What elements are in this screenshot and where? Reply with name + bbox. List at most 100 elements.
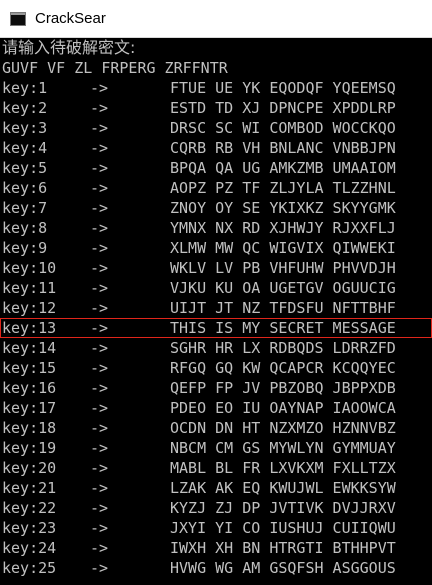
arrow: -> [90, 499, 109, 517]
arrow: -> [90, 239, 109, 257]
decrypted-text: MABL BL FR LXVKXM FXLLTZX [170, 459, 396, 477]
arrow: -> [90, 399, 109, 417]
result-row: key:23 -> JXYI YI CO IUSHUJ CUIIQWU [0, 518, 432, 538]
key-label: key:2 [2, 99, 48, 117]
key-label: key:23 [2, 519, 57, 537]
key-label: key:17 [2, 399, 57, 417]
title-bar[interactable]: CrackSear [0, 0, 432, 38]
result-row: key:11 -> VJKU KU OA UGETGV OGUUCIG [0, 278, 432, 298]
result-row: key:8 -> YMNX NX RD XJHWJY RJXXFLJ [0, 218, 432, 238]
arrow: -> [90, 219, 109, 237]
decrypted-text: DRSC SC WI COMBOD WOCCKQO [170, 119, 396, 137]
key-label: key:21 [2, 479, 57, 497]
decrypted-text: FTUE UE YK EQODQF YQEEMSQ [170, 79, 396, 97]
key-label: key:12 [2, 299, 57, 317]
key-label: key:13 [2, 319, 57, 337]
arrow: -> [90, 199, 109, 217]
arrow: -> [90, 559, 109, 577]
arrow: -> [90, 319, 109, 337]
key-label: key:14 [2, 339, 57, 357]
decrypted-text: KYZJ ZJ DP JVTIVK DVJJRXV [170, 499, 396, 517]
key-label: key:7 [2, 199, 48, 217]
decrypted-text: NBCM CM GS MYWLYN GYMMUAY [170, 439, 396, 457]
arrow: -> [90, 179, 109, 197]
key-label: key:15 [2, 359, 57, 377]
key-label: key:8 [2, 219, 48, 237]
result-row: key:19 -> NBCM CM GS MYWLYN GYMMUAY [0, 438, 432, 458]
arrow: -> [90, 119, 109, 137]
decrypted-text: BPQA QA UG AMKZMB UMAAIOM [170, 159, 396, 177]
result-row: key:9 -> XLMW MW QC WIGVIX QIWWEKI [0, 238, 432, 258]
console-output[interactable]: 请输入待破解密文: GUVF VF ZL FRPERG ZRFFNTR key:… [0, 38, 432, 585]
arrow: -> [90, 279, 109, 297]
arrow: -> [90, 139, 109, 157]
key-label: key:20 [2, 459, 57, 477]
decrypted-text: HVWG WG AM GSQFSH ASGGOUS [170, 559, 396, 577]
decrypted-text: CQRB RB VH BNLANC VNBBJPN [170, 139, 396, 157]
arrow: -> [90, 259, 109, 277]
result-row: key:5 -> BPQA QA UG AMKZMB UMAAIOM [0, 158, 432, 178]
input-prompt: 请输入待破解密文: [2, 38, 136, 57]
arrow: -> [90, 439, 109, 457]
result-row: key:25 -> HVWG WG AM GSQFSH ASGGOUS [0, 558, 432, 578]
arrow: -> [90, 459, 109, 477]
decrypted-text: WKLV LV PB VHFUHW PHVVDJH [170, 259, 396, 277]
arrow: -> [90, 99, 109, 117]
decrypted-text: ESTD TD XJ DPNCPE XPDDLRP [170, 99, 396, 117]
result-row: key:18 -> OCDN DN HT NZXMZO HZNNVBZ [0, 418, 432, 438]
key-label: key:9 [2, 239, 48, 257]
arrow: -> [90, 79, 109, 97]
decrypted-text: IWXH XH BN HTRGTI BTHHPVT [170, 539, 396, 557]
key-label: key:18 [2, 419, 57, 437]
result-row: key:6 -> AOPZ PZ TF ZLJYLA TLZZHNL [0, 178, 432, 198]
key-label: key:24 [2, 539, 57, 557]
result-row: key:14 -> SGHR HR LX RDBQDS LDRRZFD [0, 338, 432, 358]
decrypted-text: VJKU KU OA UGETGV OGUUCIG [170, 279, 396, 297]
decrypted-text: LZAK AK EQ KWUJWL EWKKSYW [170, 479, 396, 497]
result-row: key:7 -> ZNOY OY SE YKIXKZ SKYYGMK [0, 198, 432, 218]
arrow: -> [90, 159, 109, 177]
arrow: -> [90, 479, 109, 497]
decrypted-text: JXYI YI CO IUSHUJ CUIIQWU [170, 519, 396, 537]
arrow: -> [90, 419, 109, 437]
key-label: key:10 [2, 259, 57, 277]
result-row: key:20 -> MABL BL FR LXVKXM FXLLTZX [0, 458, 432, 478]
result-row: key:15 -> RFGQ GQ KW QCAPCR KCQQYEC [0, 358, 432, 378]
result-row: key:2 -> ESTD TD XJ DPNCPE XPDDLRP [0, 98, 432, 118]
result-row: key:3 -> DRSC SC WI COMBOD WOCCKQO [0, 118, 432, 138]
result-row: key:10 -> WKLV LV PB VHFUHW PHVVDJH [0, 258, 432, 278]
result-row: key:22 -> KYZJ ZJ DP JVTIVK DVJJRXV [0, 498, 432, 518]
key-label: key:19 [2, 439, 57, 457]
arrow: -> [90, 379, 109, 397]
key-label: key:3 [2, 119, 48, 137]
decrypted-text: AOPZ PZ TF ZLJYLA TLZZHNL [170, 179, 396, 197]
key-label: key:6 [2, 179, 48, 197]
result-row: key:12 -> UIJT JT NZ TFDSFU NFTTBHF [0, 298, 432, 318]
decrypted-text: ZNOY OY SE YKIXKZ SKYYGMK [170, 199, 396, 217]
arrow: -> [90, 539, 109, 557]
result-row: key:16 -> QEFP FP JV PBZOBQ JBPPXDB [0, 378, 432, 398]
result-row: key:17 -> PDEO EO IU OAYNAP IAOOWCA [0, 398, 432, 418]
result-row-highlighted: key:13 -> THIS IS MY SECRET MESSAGE [0, 318, 432, 338]
arrow: -> [90, 299, 109, 317]
arrow: -> [90, 359, 109, 377]
result-row: key:4 -> CQRB RB VH BNLANC VNBBJPN [0, 138, 432, 158]
decrypted-text: THIS IS MY SECRET MESSAGE [170, 319, 396, 337]
console-window: CrackSear 请输入待破解密文: GUVF VF ZL FRPERG ZR… [0, 0, 432, 585]
result-row: key:1 -> FTUE UE YK EQODQF YQEEMSQ [0, 78, 432, 98]
arrow: -> [90, 339, 109, 357]
decrypted-text: QEFP FP JV PBZOBQ JBPPXDB [170, 379, 396, 397]
decrypted-text: PDEO EO IU OAYNAP IAOOWCA [170, 399, 396, 417]
key-label: key:5 [2, 159, 48, 177]
key-label: key:16 [2, 379, 57, 397]
window-title: CrackSear [35, 10, 106, 27]
decrypted-text: RFGQ GQ KW QCAPCR KCQQYEC [170, 359, 396, 377]
key-label: key:4 [2, 139, 48, 157]
decrypted-text: SGHR HR LX RDBQDS LDRRZFD [170, 339, 396, 357]
key-label: key:11 [2, 279, 57, 297]
decrypted-text: UIJT JT NZ TFDSFU NFTTBHF [170, 299, 396, 317]
decrypted-text: XLMW MW QC WIGVIX QIWWEKI [170, 239, 396, 257]
arrow: -> [90, 519, 109, 537]
key-label: key:1 [2, 79, 48, 97]
console-app-icon [10, 11, 26, 26]
